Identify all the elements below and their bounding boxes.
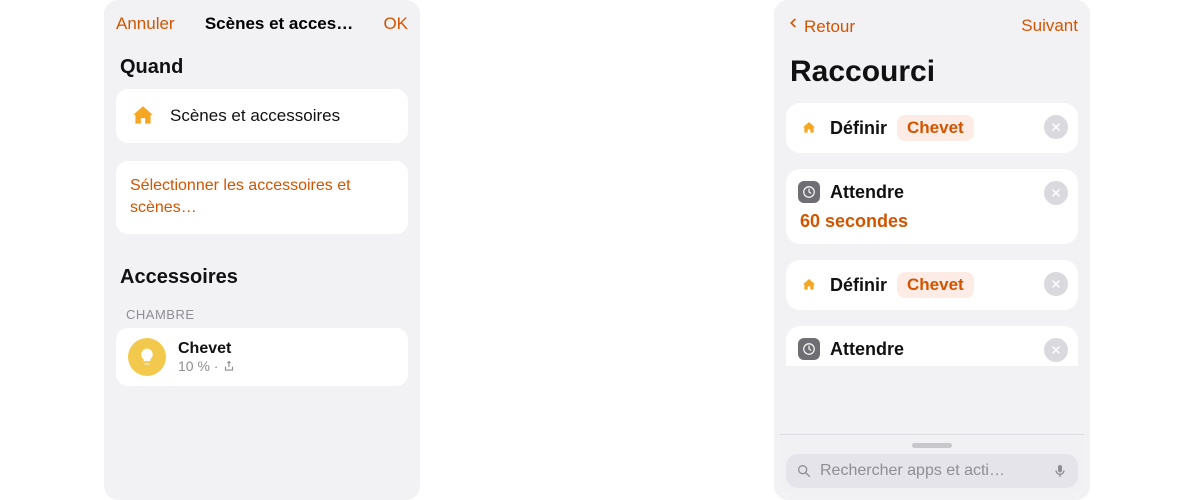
shortcut-edit-screen: Retour Suivant Raccourci Définir Chevet …	[774, 0, 1090, 500]
header: Annuler Scènes et acces… OK	[104, 0, 420, 42]
accessory-name: Chevet	[178, 340, 236, 358]
cancel-button[interactable]: Annuler	[116, 14, 175, 34]
scenes-accessories-card[interactable]: Scènes et accessoires	[116, 89, 408, 143]
select-accessories-card[interactable]: Sélectionner les accessoires et scènes…	[116, 161, 408, 234]
share-icon	[222, 359, 236, 373]
scenes-accessories-label: Scènes et accessoires	[170, 106, 340, 126]
section-when-title: Quand	[104, 42, 420, 89]
accessory-status: 10 % ·	[178, 358, 236, 374]
search-input[interactable]: Rechercher apps et acti…	[786, 454, 1078, 488]
ok-button[interactable]: OK	[383, 14, 408, 34]
home-icon	[798, 274, 820, 296]
action-param-chip[interactable]: Chevet	[897, 272, 974, 298]
action-define-1[interactable]: Définir Chevet	[786, 103, 1078, 153]
mic-icon[interactable]	[1052, 463, 1068, 479]
delete-action-button[interactable]	[1044, 115, 1068, 139]
header-title: Scènes et acces…	[205, 14, 353, 34]
action-verb: Définir	[830, 275, 887, 296]
next-button[interactable]: Suivant	[1021, 16, 1078, 36]
accessory-chevet[interactable]: Chevet 10 % ·	[116, 328, 408, 386]
search-placeholder: Rechercher apps et acti…	[820, 462, 1044, 480]
section-accessories-title: Accessoires	[104, 252, 420, 299]
search-sheet: Rechercher apps et acti…	[780, 434, 1084, 494]
sheet-grabber[interactable]	[912, 443, 952, 448]
accessory-info: Chevet 10 % ·	[178, 340, 236, 374]
action-verb: Attendre	[830, 182, 904, 203]
action-wait-2[interactable]: Attendre	[786, 326, 1078, 366]
search-icon	[796, 463, 812, 479]
bulb-icon	[128, 338, 166, 376]
clock-icon	[798, 181, 820, 203]
action-verb: Définir	[830, 118, 887, 139]
delete-action-button[interactable]	[1044, 181, 1068, 205]
chevron-left-icon	[786, 14, 800, 32]
action-verb: Attendre	[830, 339, 904, 360]
action-param-chip[interactable]: Chevet	[897, 115, 974, 141]
header: Retour Suivant	[774, 0, 1090, 45]
clock-icon	[798, 338, 820, 360]
action-wait-value[interactable]: 60 secondes	[798, 211, 1066, 232]
home-icon	[130, 103, 156, 129]
room-label: CHAMBRE	[104, 299, 420, 328]
automation-edit-screen: Annuler Scènes et acces… OK Quand Scènes…	[104, 0, 420, 500]
back-button[interactable]: Retour	[786, 14, 855, 37]
delete-action-button[interactable]	[1044, 338, 1068, 362]
page-title: Raccourci	[774, 45, 1090, 103]
action-wait-1[interactable]: Attendre 60 secondes	[786, 169, 1078, 244]
action-define-2[interactable]: Définir Chevet	[786, 260, 1078, 310]
delete-action-button[interactable]	[1044, 272, 1068, 296]
select-accessories-label: Sélectionner les accessoires et scènes…	[130, 175, 394, 220]
home-icon	[798, 117, 820, 139]
